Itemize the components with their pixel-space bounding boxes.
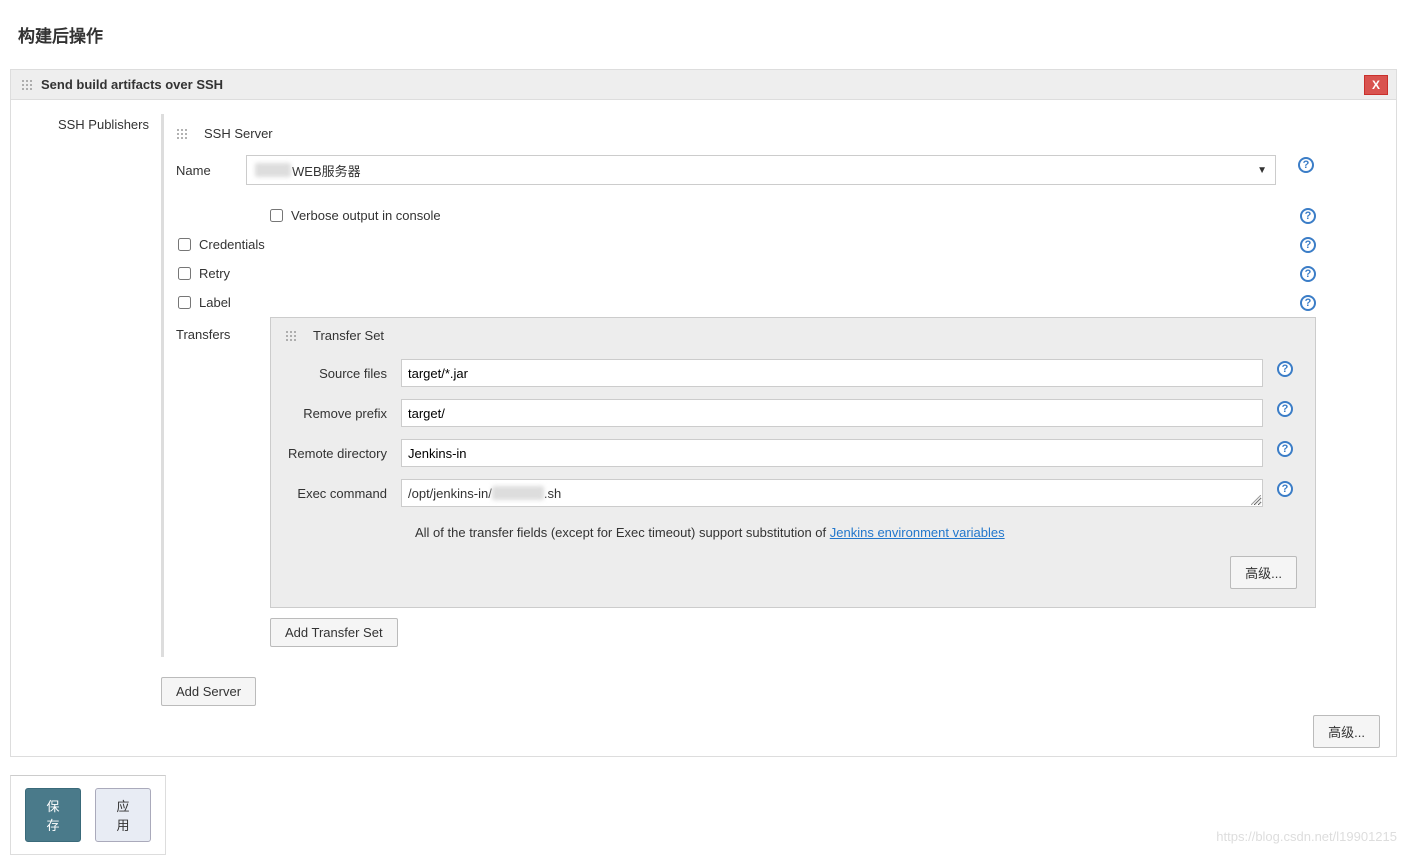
transfer-set-label: Transfer Set xyxy=(313,328,384,343)
redacted-text xyxy=(255,163,291,177)
label-checkbox[interactable] xyxy=(178,296,191,309)
exec-command-label: Exec command xyxy=(271,486,401,501)
step-header: Send build artifacts over SSH X xyxy=(11,70,1396,100)
help-icon[interactable]: ? xyxy=(1300,237,1316,253)
redacted-text xyxy=(492,486,544,500)
ssh-server-label: SSH Server xyxy=(204,126,273,141)
source-files-label: Source files xyxy=(271,366,401,381)
help-icon[interactable]: ? xyxy=(1277,401,1293,417)
watermark: https://blog.csdn.net/l19901215 xyxy=(1216,829,1397,844)
help-icon[interactable]: ? xyxy=(1298,157,1314,173)
add-transfer-set-button[interactable]: Add Transfer Set xyxy=(270,618,398,647)
transfers-label: Transfers xyxy=(176,317,270,657)
source-files-input[interactable] xyxy=(401,359,1263,387)
drag-handle-icon[interactable] xyxy=(176,128,188,140)
help-icon[interactable]: ? xyxy=(1300,295,1316,311)
name-label: Name xyxy=(166,163,246,178)
label-label: Label xyxy=(199,295,231,310)
apply-button[interactable]: 应用 xyxy=(95,788,151,842)
help-icon[interactable]: ? xyxy=(1277,481,1293,497)
step-title: Send build artifacts over SSH xyxy=(41,77,223,92)
verbose-checkbox[interactable] xyxy=(270,209,283,222)
add-server-button[interactable]: Add Server xyxy=(161,677,256,706)
ssh-publishers-label: SSH Publishers xyxy=(51,114,161,132)
credentials-checkbox[interactable] xyxy=(178,238,191,251)
help-icon[interactable]: ? xyxy=(1300,208,1316,224)
remove-prefix-input[interactable] xyxy=(401,399,1263,427)
verbose-label: Verbose output in console xyxy=(291,208,441,223)
delete-step-button[interactable]: X xyxy=(1364,75,1388,95)
transfer-note: All of the transfer fields (except for E… xyxy=(271,513,1315,552)
footer-bar: 保存 应用 xyxy=(10,775,166,855)
remote-directory-label: Remote directory xyxy=(271,446,401,461)
post-build-step-box: Send build artifacts over SSH X ? SSH Pu… xyxy=(10,69,1397,757)
credentials-label: Credentials xyxy=(199,237,265,252)
remove-prefix-label: Remove prefix xyxy=(271,406,401,421)
server-name-select[interactable]: WEB服务器 ▼ xyxy=(246,155,1276,185)
server-name-value: WEB服务器 xyxy=(292,161,361,180)
outer-advanced-button[interactable]: 高级... xyxy=(1313,715,1380,748)
advanced-button[interactable]: 高级... xyxy=(1230,556,1297,589)
save-button[interactable]: 保存 xyxy=(25,788,81,842)
section-title: 构建后操作 xyxy=(0,0,1407,69)
exec-command-textarea[interactable]: /opt/jenkins-in/.sh xyxy=(401,479,1263,507)
resize-handle-icon[interactable] xyxy=(1251,495,1261,505)
drag-handle-icon[interactable] xyxy=(21,79,33,91)
transfer-set-box: Transfer Set Source files ? Remove prefi… xyxy=(270,317,1316,608)
help-icon[interactable]: ? xyxy=(1300,266,1316,282)
retry-checkbox[interactable] xyxy=(178,267,191,280)
jenkins-env-link[interactable]: Jenkins environment variables xyxy=(830,525,1005,540)
retry-label: Retry xyxy=(199,266,230,281)
help-icon[interactable]: ? xyxy=(1277,441,1293,457)
help-icon[interactable]: ? xyxy=(1277,361,1293,377)
remote-directory-input[interactable] xyxy=(401,439,1263,467)
chevron-down-icon: ▼ xyxy=(1257,165,1267,176)
drag-handle-icon[interactable] xyxy=(285,330,297,342)
